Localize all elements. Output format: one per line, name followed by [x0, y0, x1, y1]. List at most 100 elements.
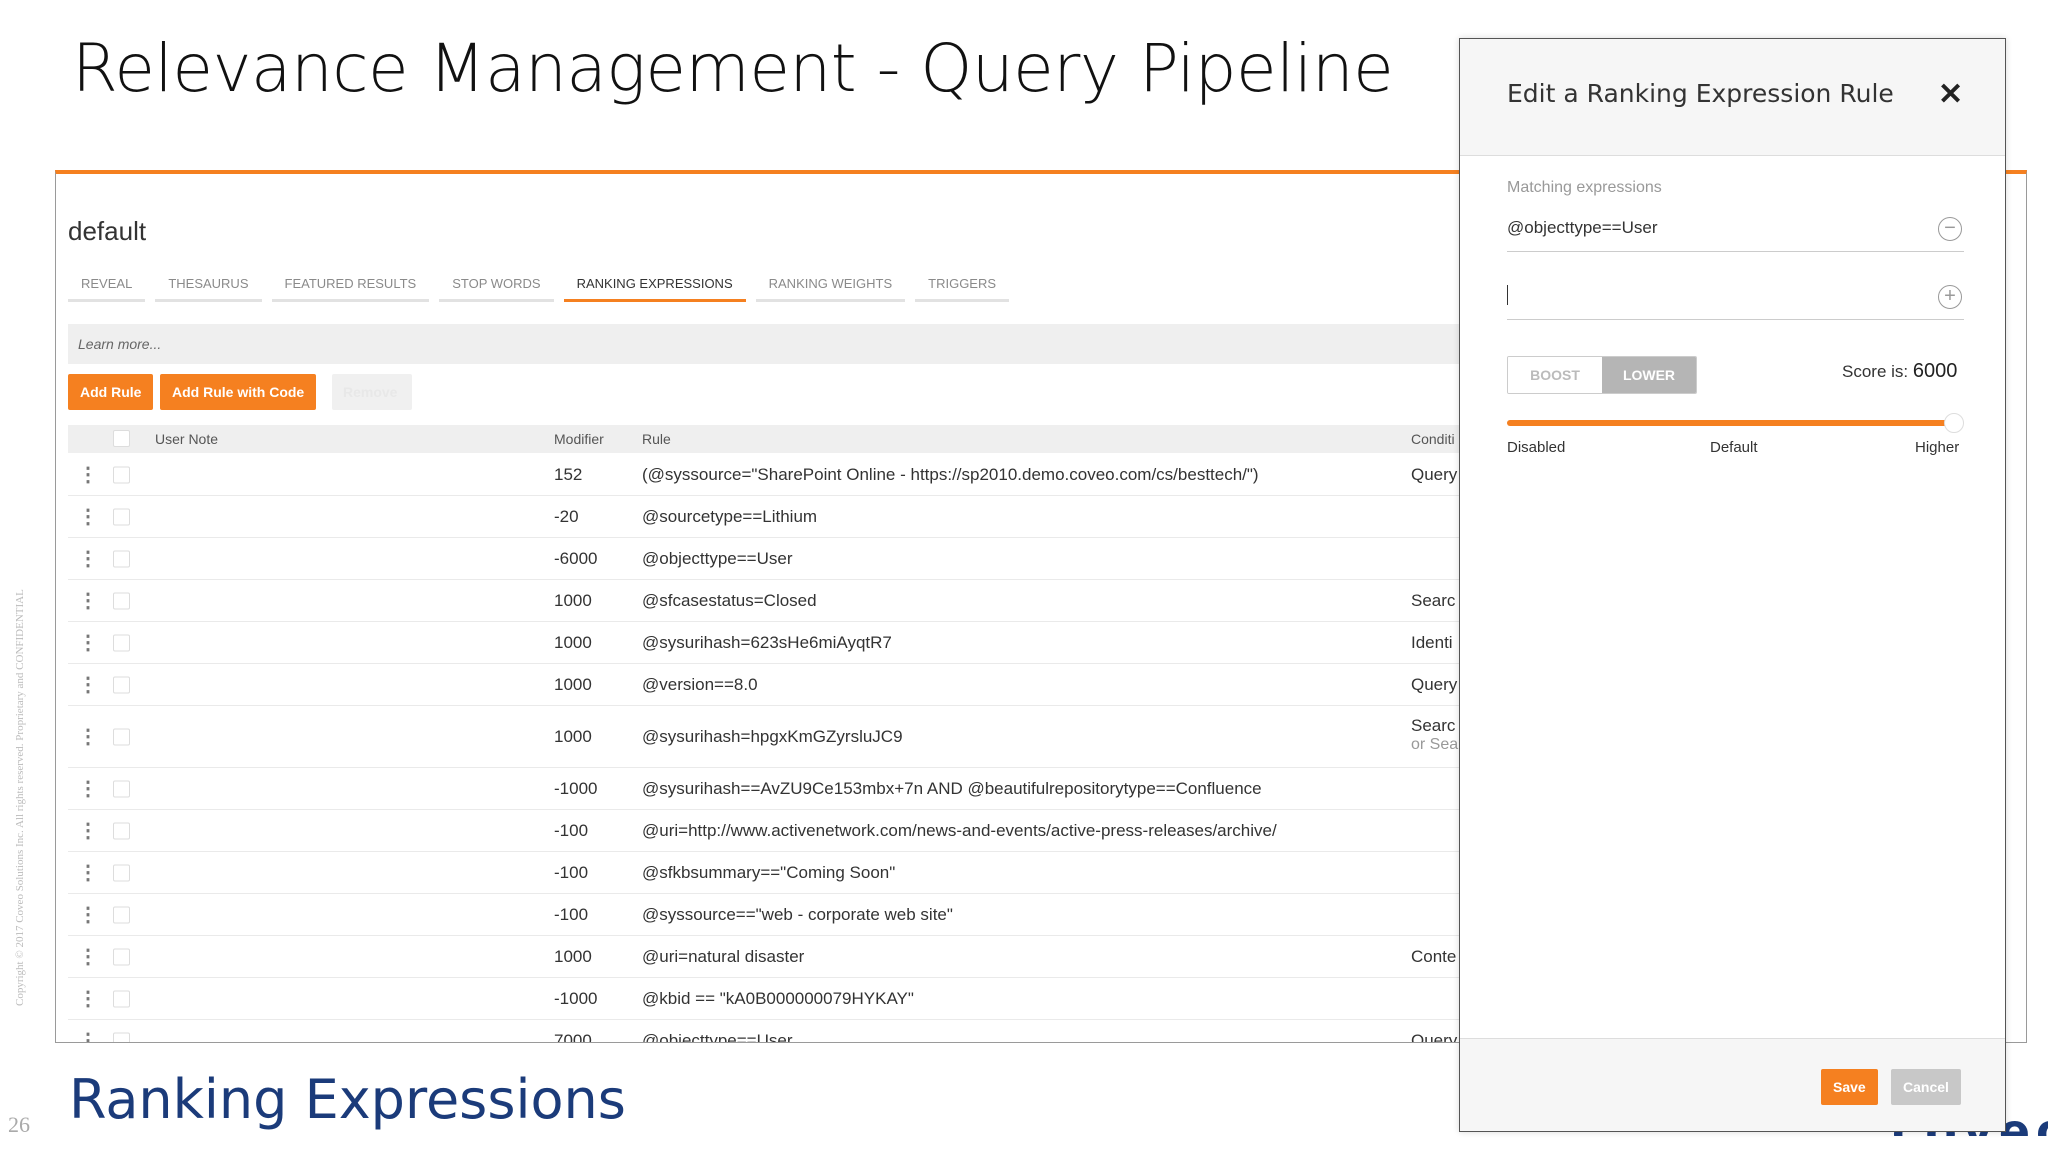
drag-handle-icon[interactable]: ⋮	[78, 465, 98, 485]
tab-ranking-weights[interactable]: RANKING WEIGHTS	[755, 276, 906, 302]
section-title: Ranking Expressions	[69, 1068, 626, 1131]
tab-thesaurus[interactable]: THESAURUS	[155, 276, 262, 302]
modifier-value: 1000	[554, 674, 592, 694]
condition-value: Query	[1411, 674, 1458, 694]
condition-value-secondary: or Sea	[1411, 736, 1459, 753]
drag-handle-icon[interactable]: ⋮	[78, 905, 98, 925]
condition-value: Query	[1411, 464, 1458, 484]
table-row[interactable]: ⋮ -100 @uri=http://www.activenetwork.com…	[68, 810, 1508, 852]
drag-handle-icon[interactable]: ⋮	[78, 633, 98, 653]
matching-expressions-label: Matching expressions	[1507, 179, 1662, 196]
drag-handle-icon[interactable]: ⋮	[78, 779, 98, 799]
modifier-value: 152	[554, 464, 583, 484]
drag-handle-icon[interactable]: ⋮	[78, 727, 98, 747]
modal-footer: Save Cancel	[1460, 1038, 2005, 1131]
pipeline-tabs: REVEAL THESAURUS FEATURED RESULTS STOP W…	[68, 276, 1010, 302]
rule-value: @objecttype==User	[642, 548, 793, 568]
add-expression-icon[interactable]: +	[1938, 285, 1962, 309]
rule-value: @uri=http://www.activenetwork.com/news-a…	[642, 820, 1277, 840]
modifier-value: -1000	[554, 778, 598, 798]
column-condition[interactable]: Conditi	[1411, 431, 1455, 447]
add-rule-button[interactable]: Add Rule	[68, 374, 154, 410]
condition-value: Searc	[1411, 716, 1456, 735]
drag-handle-icon[interactable]: ⋮	[78, 989, 98, 1009]
score-slider[interactable]	[1507, 413, 1964, 433]
drag-handle-icon[interactable]: ⋮	[78, 675, 98, 695]
modal-title: Edit a Ranking Expression Rule	[1507, 79, 1894, 108]
table-row[interactable]: ⋮ -6000 @objecttype==User	[68, 538, 1508, 580]
boost-button[interactable]: BOOST	[1508, 357, 1602, 393]
row-checkbox[interactable]	[113, 728, 130, 745]
pipeline-name: default	[68, 216, 147, 246]
row-checkbox[interactable]	[113, 508, 130, 525]
row-checkbox[interactable]	[113, 676, 130, 693]
drag-handle-icon[interactable]: ⋮	[78, 863, 98, 883]
select-all-checkbox[interactable]	[113, 430, 130, 447]
table-row[interactable]: ⋮ 1000 @sfcasestatus=Closed Searc	[68, 580, 1508, 622]
drag-handle-icon[interactable]: ⋮	[78, 507, 98, 527]
modifier-value: -100	[554, 820, 589, 840]
rule-value: @uri=natural disaster	[642, 946, 805, 966]
add-rule-with-code-button[interactable]: Add Rule with Code	[160, 374, 317, 410]
remove-expression-icon[interactable]: −	[1938, 217, 1962, 241]
drag-handle-icon[interactable]: ⋮	[78, 549, 98, 569]
table-row[interactable]: ⋮ -1000 @sysurihash==AvZU9Ce153mbx+7n AN…	[68, 768, 1508, 810]
new-expression-field[interactable]: +	[1507, 275, 1964, 320]
table-row[interactable]: ⋮ 1000 @version==8.0 Query	[68, 664, 1508, 706]
lower-button[interactable]: LOWER	[1602, 357, 1696, 393]
table-row[interactable]: ⋮ 7000 @objecttype==User Query	[68, 1020, 1508, 1043]
tab-triggers[interactable]: TRIGGERS	[915, 276, 1010, 302]
page-number: 26	[8, 1112, 30, 1137]
rules-table: ⋮ 152 (@syssource="SharePoint Online - h…	[68, 454, 1508, 1043]
modal-header: Edit a Ranking Expression Rule ✕	[1460, 39, 2005, 156]
table-row[interactable]: ⋮ -1000 @kbid == "kA0B000000079HYKAY"	[68, 978, 1508, 1020]
table-row[interactable]: ⋮ 1000 @uri=natural disaster Conte	[68, 936, 1508, 978]
score-display: Score is: 6000	[1842, 360, 1957, 383]
copyright-text: Copyright © 2017 Coveo Solutions Inc. Al…	[14, 589, 26, 1006]
tab-ranking-expressions[interactable]: RANKING EXPRESSIONS	[563, 276, 746, 302]
rule-value: @sfcasestatus=Closed	[642, 590, 817, 610]
expression-field[interactable]: @objecttype==User −	[1507, 207, 1964, 252]
drag-handle-icon[interactable]: ⋮	[78, 947, 98, 967]
row-checkbox[interactable]	[113, 990, 130, 1007]
table-row[interactable]: ⋮ 1000 @sysurihash=hpgxKmGZyrsluJC9 Sear…	[68, 706, 1508, 768]
learn-more-link[interactable]: Learn more...	[78, 336, 161, 352]
modifier-value: 1000	[554, 590, 592, 610]
modifier-value: -100	[554, 862, 589, 882]
column-user-note[interactable]: User Note	[155, 431, 218, 447]
slider-handle[interactable]	[1943, 413, 1964, 433]
table-row[interactable]: ⋮ 152 (@syssource="SharePoint Online - h…	[68, 454, 1508, 496]
drag-handle-icon[interactable]: ⋮	[78, 591, 98, 611]
row-checkbox[interactable]	[113, 592, 130, 609]
column-rule[interactable]: Rule	[642, 431, 671, 447]
remove-button[interactable]: Remove	[332, 374, 412, 410]
table-row[interactable]: ⋮ 1000 @sysurihash=623sHe6miAyqtR7 Ident…	[68, 622, 1508, 664]
row-checkbox[interactable]	[113, 906, 130, 923]
row-checkbox[interactable]	[113, 466, 130, 483]
row-checkbox[interactable]	[113, 550, 130, 567]
table-row[interactable]: ⋮ -20 @sourcetype==Lithium	[68, 496, 1508, 538]
cancel-button[interactable]: Cancel	[1891, 1069, 1961, 1105]
row-checkbox[interactable]	[113, 634, 130, 651]
slider-label-disabled: Disabled	[1507, 439, 1566, 456]
row-checkbox[interactable]	[113, 822, 130, 839]
row-checkbox[interactable]	[113, 780, 130, 797]
column-modifier[interactable]: Modifier	[554, 431, 604, 447]
tab-stop-words[interactable]: STOP WORDS	[439, 276, 554, 302]
table-row[interactable]: ⋮ -100 @sfkbsummary=="Coming Soon"	[68, 852, 1508, 894]
boost-lower-toggle: BOOST LOWER	[1507, 356, 1697, 394]
drag-handle-icon[interactable]: ⋮	[78, 821, 98, 841]
row-checkbox[interactable]	[113, 864, 130, 881]
tab-reveal[interactable]: REVEAL	[68, 276, 146, 302]
row-checkbox[interactable]	[113, 948, 130, 965]
score-value: 6000	[1912, 360, 1958, 382]
table-row[interactable]: ⋮ -100 @syssource=="web - corporate web …	[68, 894, 1508, 936]
save-button[interactable]: Save	[1821, 1069, 1878, 1105]
rule-value: @sysurihash=hpgxKmGZyrsluJC9	[642, 726, 903, 746]
drag-handle-icon[interactable]: ⋮	[78, 1031, 98, 1043]
tab-featured-results[interactable]: FEATURED RESULTS	[271, 276, 430, 302]
row-checkbox[interactable]	[113, 1032, 130, 1042]
condition-value: Searc	[1411, 590, 1456, 610]
text-cursor	[1507, 285, 1508, 305]
close-icon[interactable]: ✕	[1938, 77, 1963, 112]
